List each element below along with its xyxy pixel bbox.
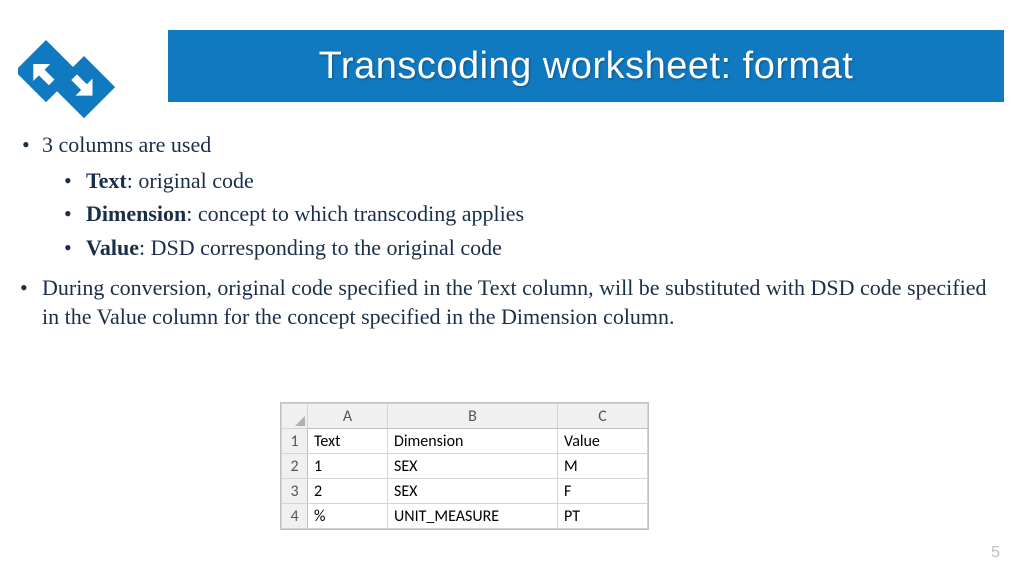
bullet-bold: Value — [86, 235, 139, 260]
bullet-text: Value: DSD corresponding to the original… — [86, 233, 502, 263]
slide-header: Transcoding worksheet: format — [0, 24, 1024, 108]
bullet-text: 3 columns are used — [42, 130, 211, 160]
bullet-dot: • — [20, 273, 42, 303]
table-row: 2 1 SEX M — [282, 454, 648, 479]
col-header-a: A — [308, 404, 388, 429]
col-header-c: C — [558, 404, 648, 429]
bullet-text: During conversion, original code specifi… — [42, 275, 986, 330]
cell: 1 — [308, 454, 388, 479]
bullet-sub-1: • Text: original code — [64, 166, 1004, 196]
bullet-main-1: • 3 columns are used — [20, 130, 1004, 160]
bullet-text: Text: original code — [86, 166, 254, 196]
cell: SEX — [388, 454, 558, 479]
slide-title: Transcoding worksheet: format — [319, 45, 854, 88]
bullet-rest: : DSD corresponding to the original code — [139, 235, 502, 260]
bullet-dot: • — [64, 199, 86, 229]
spreadsheet-snippet: A B C 1 Text Dimension Value 2 1 SEX M 3… — [280, 402, 649, 530]
bullet-main-2: •During conversion, original code specif… — [20, 273, 1004, 332]
bullet-rest: : concept to which transcoding applies — [186, 201, 524, 226]
cell: % — [308, 504, 388, 529]
slide-content: • 3 columns are used • Text: original co… — [20, 130, 1004, 332]
row-number: 1 — [282, 429, 308, 454]
row-number: 4 — [282, 504, 308, 529]
bullet-dot: • — [20, 130, 42, 160]
row-number: 2 — [282, 454, 308, 479]
bullet-sub-2: • Dimension: concept to which transcodin… — [64, 199, 1004, 229]
cell: SEX — [388, 479, 558, 504]
cell: Dimension — [388, 429, 558, 454]
cell: UNIT_MEASURE — [388, 504, 558, 529]
bullet-text: Dimension: concept to which transcoding … — [86, 199, 524, 229]
bullet-dot: • — [64, 166, 86, 196]
col-header-b: B — [388, 404, 558, 429]
table-row: 3 2 SEX F — [282, 479, 648, 504]
bullet-rest: : original code — [127, 168, 254, 193]
cell: Value — [558, 429, 648, 454]
table-row: 4 % UNIT_MEASURE PT — [282, 504, 648, 529]
bullet-sub-3: • Value: DSD corresponding to the origin… — [64, 233, 1004, 263]
cell: 2 — [308, 479, 388, 504]
bullet-dot: • — [64, 233, 86, 263]
table-row: 1 Text Dimension Value — [282, 429, 648, 454]
cell: M — [558, 454, 648, 479]
title-bar: Transcoding worksheet: format — [168, 30, 1004, 102]
sheet-corner — [282, 404, 308, 429]
bullet-bold: Text — [86, 168, 127, 193]
cell: PT — [558, 504, 648, 529]
bullet-bold: Dimension — [86, 201, 186, 226]
cell: Text — [308, 429, 388, 454]
logo-icon — [18, 20, 148, 120]
page-number: 5 — [991, 544, 1000, 562]
cell: F — [558, 479, 648, 504]
row-number: 3 — [282, 479, 308, 504]
